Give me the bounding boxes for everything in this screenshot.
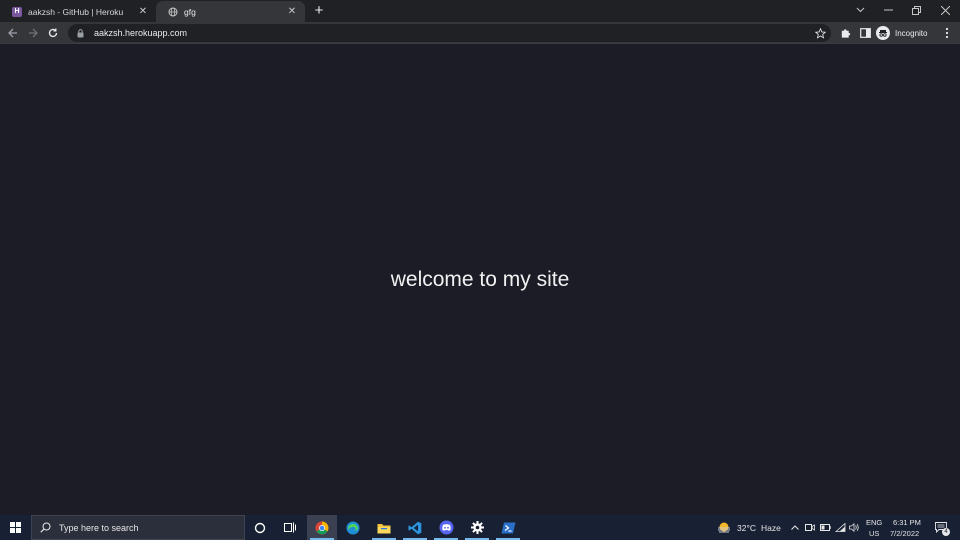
windows-taskbar: Type here to search 32°C Haze ENG US 6:3… (0, 515, 960, 540)
weather-haze-icon[interactable] (717, 521, 731, 533)
address-bar[interactable]: aakzsh.herokuapp.com (68, 24, 831, 42)
globe-icon (168, 7, 178, 17)
minimize-button[interactable] (873, 0, 903, 20)
incognito-profile-button[interactable]: Incognito (876, 24, 927, 42)
clock-time[interactable]: 6:31 PM (893, 518, 921, 527)
taskbar-search-box[interactable]: Type here to search (31, 515, 245, 540)
speaker-volume-icon[interactable] (848, 521, 860, 533)
browser-toolbar: aakzsh.herokuapp.com Incognito (0, 22, 960, 44)
restore-button[interactable] (901, 0, 931, 20)
battery-icon[interactable] (819, 521, 831, 533)
vscode-icon[interactable] (400, 515, 430, 540)
notification-count-badge: 4 (942, 528, 950, 536)
cortana-icon[interactable] (245, 515, 275, 540)
heroku-icon: H (12, 6, 22, 17)
weather-description[interactable]: Haze (761, 523, 781, 533)
clock-date[interactable]: 7/2/2022 (890, 529, 919, 538)
tab-strip: H aakzsh - GitHub | Heroku ✕ gfg ✕ + (0, 0, 960, 22)
chrome-icon[interactable] (307, 515, 337, 540)
close-tab-button[interactable]: ✕ (136, 5, 150, 19)
side-panel-icon[interactable] (857, 25, 873, 41)
page-headline: welcome to my site (390, 268, 570, 291)
reload-icon[interactable] (45, 25, 61, 41)
close-window-button[interactable] (930, 0, 960, 20)
show-hidden-icons-chevron-icon[interactable] (789, 521, 801, 533)
weather-temperature[interactable]: 32°C (737, 523, 756, 533)
tab-search-button[interactable] (845, 0, 875, 20)
search-icon (40, 522, 51, 533)
task-view-icon[interactable] (275, 515, 305, 540)
search-placeholder: Type here to search (59, 522, 139, 533)
extensions-puzzle-icon[interactable] (837, 25, 853, 41)
bookmark-star-icon[interactable] (812, 25, 828, 41)
windows-start-button[interactable] (4, 515, 26, 540)
kebab-menu-icon[interactable] (939, 25, 955, 41)
settings-icon[interactable] (462, 515, 492, 540)
discord-icon[interactable] (431, 515, 461, 540)
terminal-icon[interactable] (493, 515, 523, 540)
tab-gfg[interactable]: gfg ✕ (156, 1, 305, 22)
edge-icon[interactable] (338, 515, 368, 540)
tab-heroku[interactable]: H aakzsh - GitHub | Heroku ✕ (0, 1, 156, 22)
tab-title: aakzsh - GitHub | Heroku (28, 6, 124, 17)
input-region[interactable]: US (869, 529, 879, 538)
input-language[interactable]: ENG (866, 518, 882, 527)
lock-icon (77, 28, 87, 38)
page-viewport: welcome to my site (0, 45, 960, 515)
tab-title: gfg (184, 6, 196, 17)
address-text: aakzsh.herokuapp.com (94, 28, 188, 38)
close-tab-button[interactable]: ✕ (285, 5, 299, 19)
incognito-label: Incognito (895, 28, 928, 38)
file-explorer-icon[interactable] (369, 515, 399, 540)
incognito-icon (876, 26, 890, 40)
meet-now-icon[interactable] (804, 521, 816, 533)
back-arrow-icon[interactable] (5, 25, 21, 41)
wifi-icon[interactable] (834, 521, 846, 533)
forward-arrow-icon[interactable] (25, 25, 41, 41)
new-tab-button[interactable]: + (311, 3, 327, 19)
